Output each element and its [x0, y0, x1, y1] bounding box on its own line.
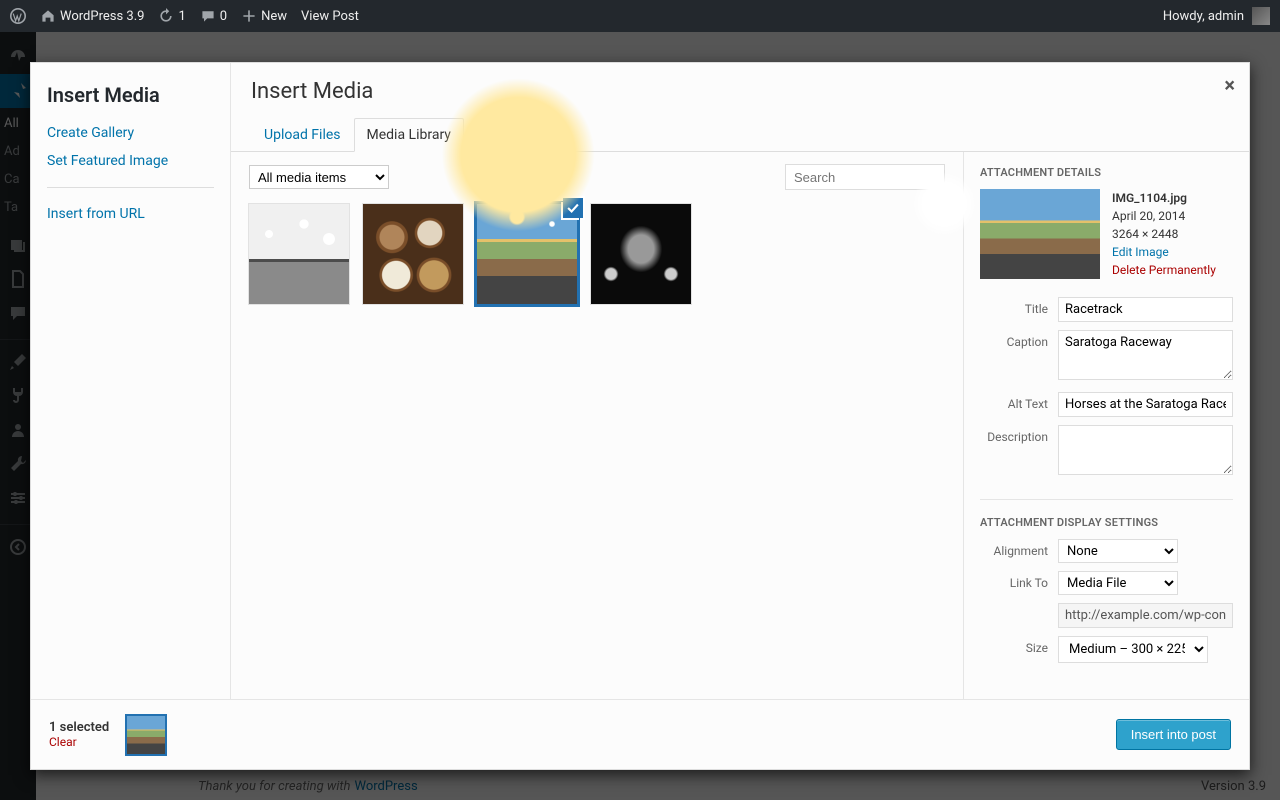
wordpress-icon — [10, 8, 26, 24]
updates-count: 1 — [178, 9, 185, 24]
howdy-text: Howdy, admin — [1163, 9, 1244, 24]
updates-menu[interactable]: 1 — [158, 8, 185, 24]
site-name: WordPress 3.9 — [60, 9, 144, 24]
modal-overlay[interactable]: × Insert Media Create Gallery Set Featur… — [0, 32, 1280, 800]
new-label: New — [261, 9, 287, 24]
comments-menu[interactable]: 0 — [200, 8, 227, 24]
modal-footer: 1 selected Clear Insert into post — [31, 699, 1249, 769]
new-content-menu[interactable]: New — [241, 8, 287, 24]
comment-icon — [200, 8, 216, 24]
admin-bar: WordPress 3.9 1 0 New View Post Howdy, a… — [0, 0, 1280, 32]
selection-thumb[interactable] — [125, 714, 167, 756]
refresh-icon — [158, 8, 174, 24]
media-modal: × Insert Media Create Gallery Set Featur… — [30, 62, 1250, 770]
wp-logo-menu[interactable] — [10, 8, 26, 24]
avatar — [1252, 7, 1270, 25]
site-menu[interactable]: WordPress 3.9 — [40, 8, 144, 24]
account-menu[interactable]: Howdy, admin — [1163, 7, 1270, 25]
home-icon — [40, 8, 56, 24]
view-post-link[interactable]: View Post — [301, 9, 359, 24]
comments-count: 0 — [220, 9, 227, 24]
plus-icon — [241, 8, 257, 24]
